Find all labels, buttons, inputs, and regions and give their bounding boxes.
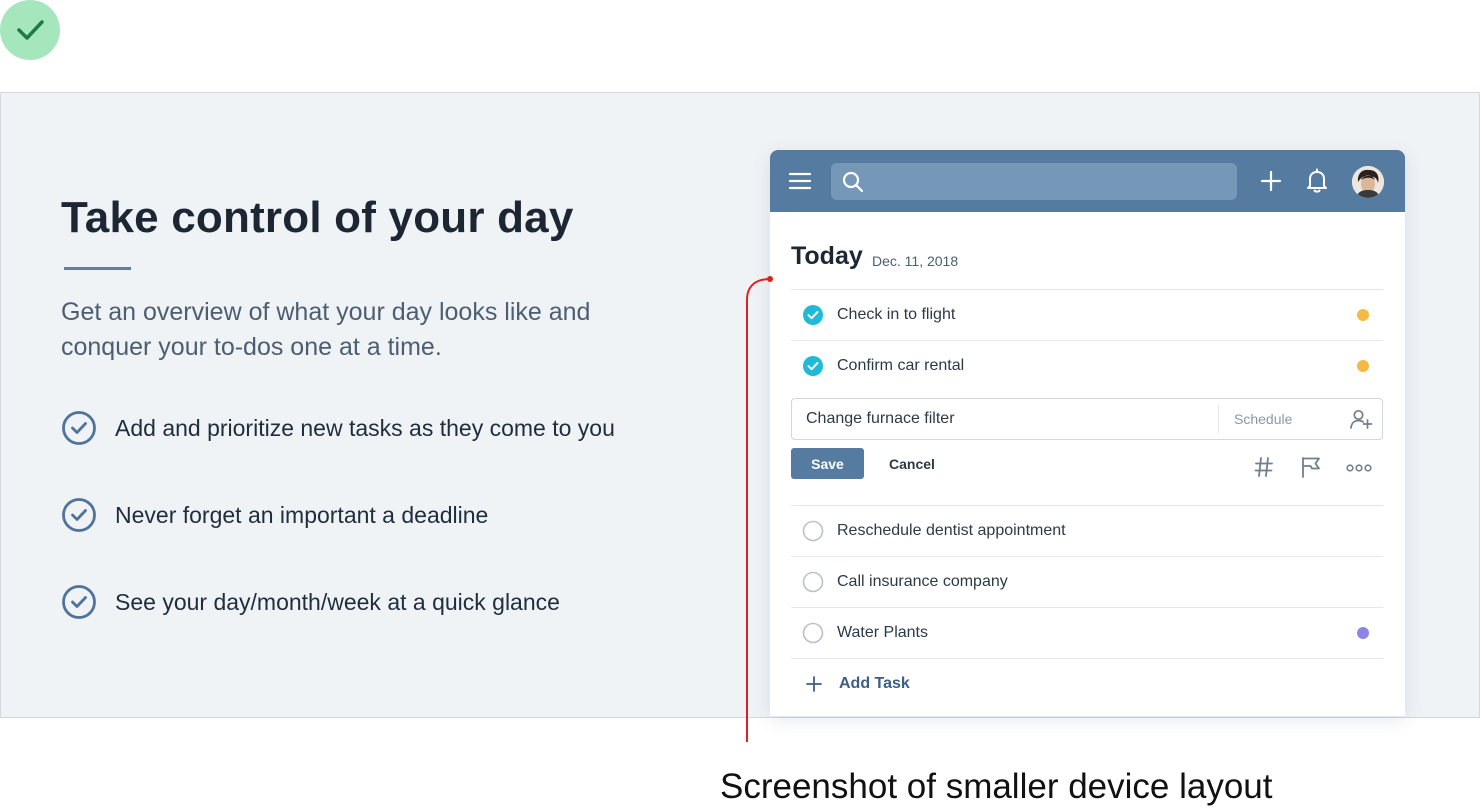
- page-subtitle: Get an overview of what your day looks l…: [61, 298, 591, 361]
- success-badge: [0, 0, 60, 60]
- benefit-text: Never forget an important a deadline: [115, 501, 489, 528]
- task-row[interactable]: Check in to flight: [791, 289, 1383, 340]
- task-row[interactable]: Water Plants: [791, 607, 1383, 658]
- benefit-item: Add and prioritize new tasks as they com…: [61, 410, 615, 446]
- today-heading: Today: [791, 242, 863, 270]
- task-label: Confirm car rental: [837, 357, 965, 374]
- benefit-text: Add and prioritize new tasks as they com…: [115, 414, 615, 441]
- cancel-button[interactable]: Cancel: [878, 448, 946, 479]
- priority-dot: [1357, 360, 1369, 372]
- user-photo-icon: [1352, 166, 1384, 198]
- task-name-input[interactable]: [806, 399, 1206, 439]
- flag-icon[interactable]: [1299, 455, 1323, 479]
- checkbox-icon[interactable]: [802, 571, 824, 593]
- task-label: Reschedule dentist appointment: [837, 522, 1066, 539]
- add-person-icon[interactable]: [1349, 407, 1373, 431]
- search-input[interactable]: [831, 163, 1237, 200]
- task-row[interactable]: Confirm car rental: [791, 340, 1383, 391]
- task-label: Water Plants: [837, 624, 928, 641]
- task-editor: Schedule: [791, 398, 1383, 440]
- benefit-text: See your day/month/week at a quick glanc…: [115, 588, 560, 615]
- task-label: Call insurance company: [837, 573, 1008, 590]
- checked-checkbox-icon[interactable]: [802, 355, 824, 377]
- priority-dot: [1357, 309, 1369, 321]
- check-circle-icon: [62, 585, 96, 619]
- check-circle-icon: [62, 498, 96, 532]
- caption: Screenshot of smaller device layout: [720, 767, 1273, 806]
- page-title: Take control of your day: [61, 193, 574, 242]
- callout-line: [746, 276, 773, 742]
- checkbox-icon[interactable]: [802, 520, 824, 542]
- hash-icon[interactable]: [1253, 456, 1275, 478]
- app-header: [770, 150, 1405, 212]
- checked-checkbox-icon[interactable]: [802, 304, 824, 326]
- check-icon: [17, 20, 44, 40]
- priority-dot: [1357, 627, 1369, 639]
- save-button[interactable]: Save: [791, 448, 864, 479]
- add-task-label: Add Task: [839, 675, 910, 692]
- benefit-item: See your day/month/week at a quick glanc…: [61, 584, 560, 620]
- benefit-item: Never forget an important a deadline: [61, 497, 488, 533]
- plus-icon: [806, 676, 822, 692]
- task-label: Check in to flight: [837, 306, 956, 323]
- app-preview-card: Today Dec. 11, 2018 Check in to flight C…: [770, 150, 1405, 716]
- today-date: Dec. 11, 2018: [872, 253, 959, 269]
- menu-icon[interactable]: [788, 171, 812, 191]
- check-circle-icon: [62, 411, 96, 445]
- title-underline: [64, 267, 131, 270]
- add-task-button[interactable]: Add Task: [791, 658, 1383, 709]
- task-row[interactable]: Call insurance company: [791, 556, 1383, 607]
- more-icon[interactable]: [1346, 462, 1372, 474]
- avatar[interactable]: [1352, 166, 1384, 198]
- editor-divider: [1218, 405, 1219, 433]
- task-row[interactable]: Reschedule dentist appointment: [791, 505, 1383, 556]
- checkbox-icon[interactable]: [802, 622, 824, 644]
- plus-icon[interactable]: [1259, 169, 1283, 193]
- bell-icon[interactable]: [1305, 168, 1329, 194]
- schedule-button[interactable]: Schedule: [1234, 411, 1292, 427]
